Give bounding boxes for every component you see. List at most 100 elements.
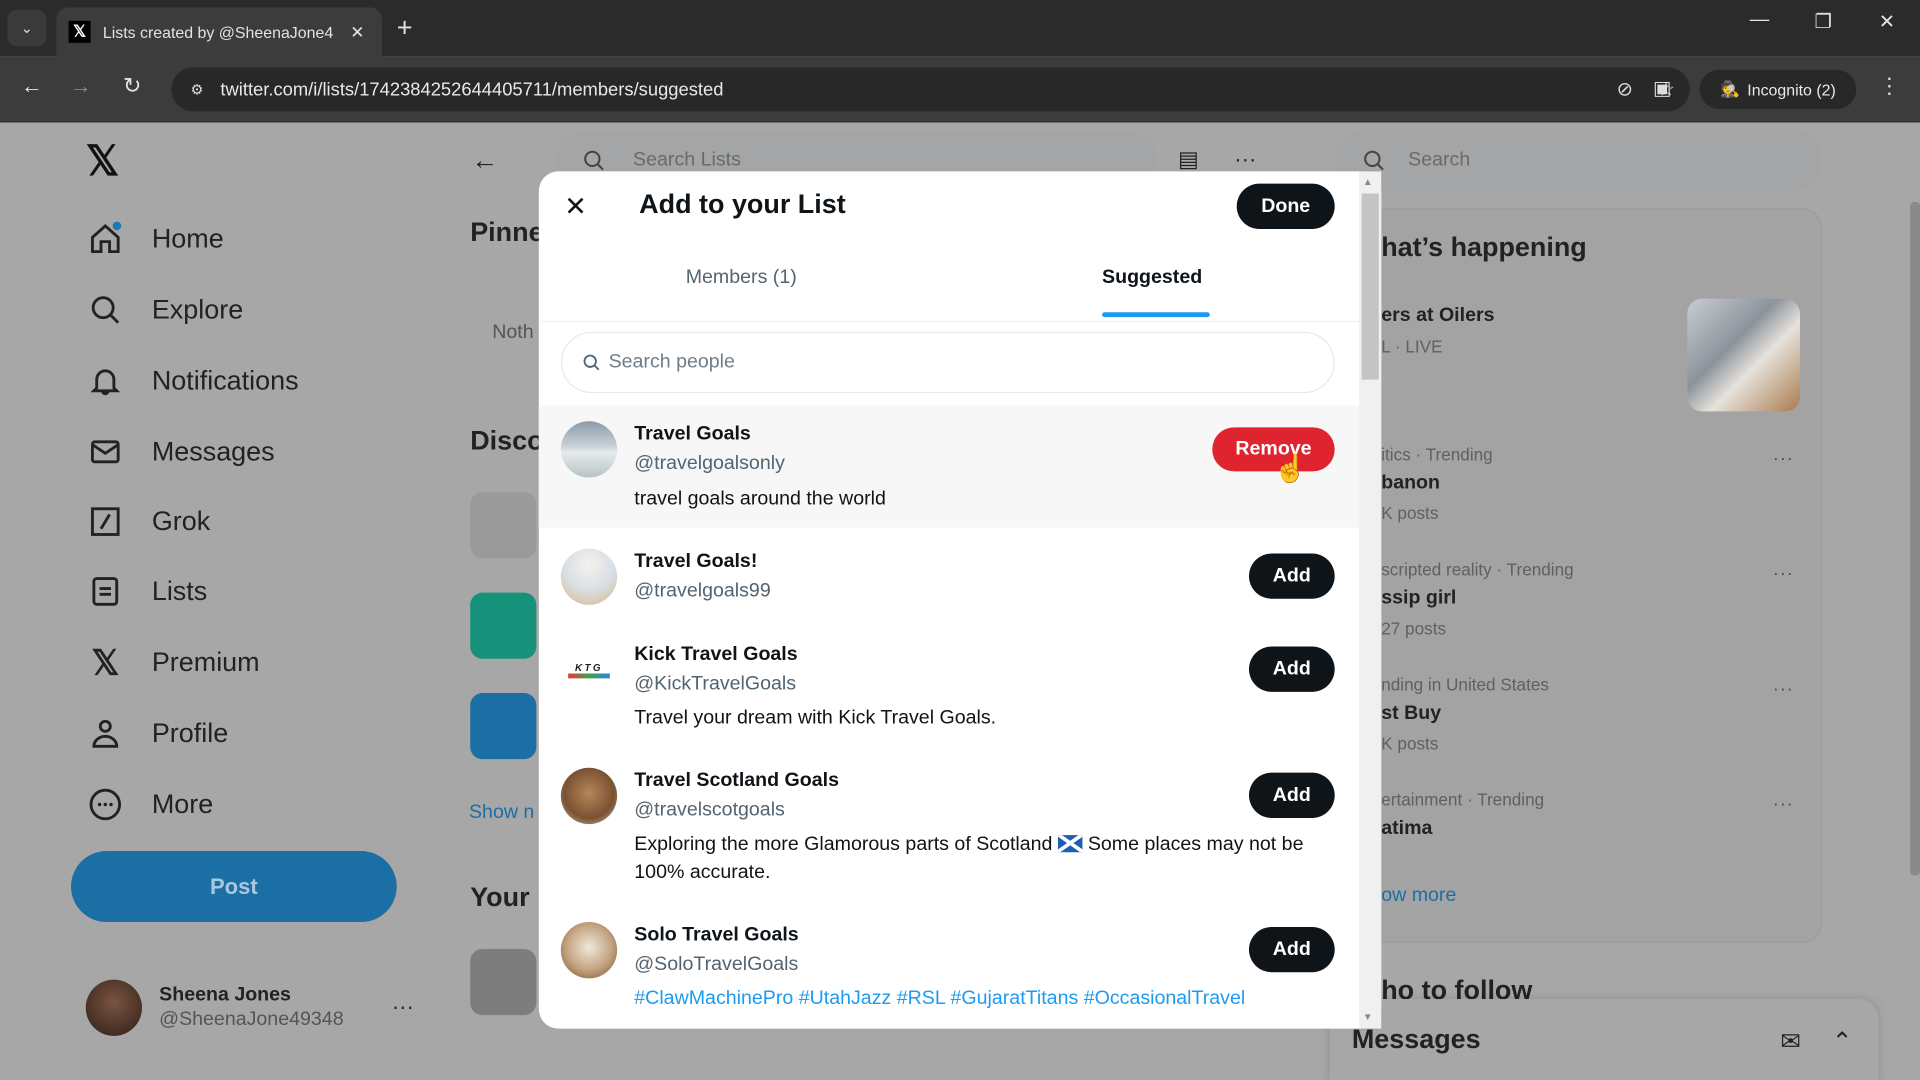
person-handle: @travelgoals99: [634, 580, 771, 602]
modal-scrollbar-thumb[interactable]: [1361, 193, 1379, 380]
hashtag-link[interactable]: #ClawMachinePro: [634, 988, 793, 1009]
hashtag-link[interactable]: #OccasionalTravel: [1084, 988, 1246, 1009]
address-bar[interactable]: ⚙ twitter.com/i/lists/174238425264440571…: [171, 67, 1690, 112]
sidebar-item-explore[interactable]: Explore: [86, 285, 243, 334]
expand-chevron-icon[interactable]: ⌃: [1832, 1026, 1853, 1057]
account-switcher[interactable]: Sheena Jones @SheenaJone49348: [85, 979, 344, 1036]
done-button[interactable]: Done: [1236, 183, 1335, 229]
trend-meta: L · LIVE: [1381, 336, 1443, 357]
back-arrow-icon[interactable]: ←: [471, 144, 498, 176]
create-list-icon[interactable]: ▤: [1178, 147, 1199, 173]
browser-menu-icon[interactable]: ⋮: [1878, 73, 1900, 99]
incognito-badge[interactable]: 🕵 Incognito (2): [1699, 69, 1857, 109]
site-settings-icon[interactable]: ⚙: [179, 81, 216, 98]
restore-button[interactable]: ❐: [1805, 10, 1842, 34]
modal-title: Add to your List: [639, 188, 846, 220]
explore-search-input[interactable]: Search: [1334, 129, 1823, 192]
new-message-icon[interactable]: ✉: [1780, 1026, 1801, 1057]
search-icon: [583, 354, 600, 371]
sidebar-label: Explore: [151, 293, 244, 325]
trend-image[interactable]: [1687, 298, 1801, 412]
page-scrollbar[interactable]: [1910, 202, 1920, 876]
back-icon[interactable]: ←: [17, 73, 46, 99]
sidebar-item-messages[interactable]: Messages: [86, 427, 275, 476]
post-button[interactable]: Post: [71, 851, 397, 923]
person-name[interactable]: Travel Goals!: [634, 551, 757, 573]
more-circle-icon: [86, 785, 125, 824]
minimize-button[interactable]: —: [1741, 10, 1778, 32]
bell-icon: [86, 361, 125, 400]
add-button[interactable]: Add: [1248, 926, 1335, 973]
tab-members[interactable]: Members (1): [686, 267, 797, 289]
search-lists-placeholder: Search Lists: [633, 149, 741, 171]
trend-name[interactable]: st Buy: [1381, 703, 1441, 725]
avatar[interactable]: [560, 421, 618, 478]
close-window-button[interactable]: ✕: [1869, 10, 1906, 34]
mail-icon: [86, 432, 125, 471]
tab-search-dropdown[interactable]: ⌄: [7, 9, 47, 47]
notification-dot: [112, 221, 122, 231]
account-name: Sheena Jones: [159, 984, 291, 1006]
person-icon: [86, 714, 125, 753]
person-name[interactable]: Solo Travel Goals: [634, 924, 798, 946]
trend-name[interactable]: ssip girl: [1381, 588, 1456, 610]
avatar[interactable]: [560, 548, 618, 605]
trend-more-icon[interactable]: ···: [1773, 678, 1794, 698]
person-bio: travel goals around the world: [634, 488, 886, 510]
show-more-link[interactable]: Show n: [469, 802, 534, 824]
tab-suggested[interactable]: Suggested: [1102, 267, 1202, 289]
add-button[interactable]: Add: [1248, 553, 1335, 599]
scotland-flag-icon: [1057, 835, 1083, 853]
avatar[interactable]: KTG: [560, 641, 618, 698]
eye-off-icon[interactable]: ⊘: [1617, 77, 1633, 101]
more-options-icon[interactable]: ···: [1234, 147, 1256, 173]
tab-close-icon[interactable]: ✕: [350, 21, 364, 42]
x-logo-icon[interactable]: 𝕏: [86, 137, 120, 186]
forward-icon[interactable]: →: [66, 73, 95, 99]
person-name[interactable]: Travel Scotland Goals: [634, 770, 839, 792]
sidebar-item-more[interactable]: More: [86, 780, 213, 829]
list-thumbnail[interactable]: [470, 492, 537, 559]
add-button[interactable]: Add: [1248, 772, 1335, 818]
avatar[interactable]: [560, 767, 618, 825]
sidebar-item-notifications[interactable]: Notifications: [86, 356, 299, 405]
scroll-up-arrow-icon[interactable]: ▲: [1363, 176, 1373, 187]
sidebar-label: Home: [151, 222, 224, 254]
person-name[interactable]: Kick Travel Goals: [634, 644, 797, 666]
hashtag-link[interactable]: #UtahJazz: [799, 988, 892, 1009]
trend-name[interactable]: banon: [1381, 473, 1440, 495]
trend-meta: ertainment · Trending: [1381, 789, 1545, 810]
list-thumbnail[interactable]: [470, 592, 537, 659]
trend-more-icon[interactable]: ···: [1773, 793, 1794, 813]
hand-cursor-icon: ☝: [1273, 453, 1308, 484]
discover-lists-heading: Disco: [470, 424, 544, 456]
hashtag-link[interactable]: #RSL: [897, 988, 945, 1009]
sidebar-item-grok[interactable]: Grok: [86, 497, 210, 546]
list-thumbnail[interactable]: [470, 693, 537, 760]
close-modal-icon[interactable]: ✕: [561, 189, 590, 226]
reload-icon[interactable]: ↻: [118, 73, 147, 99]
account-more-icon[interactable]: ···: [392, 994, 414, 1020]
scroll-down-arrow-icon[interactable]: ▼: [1363, 1011, 1373, 1022]
url-text[interactable]: twitter.com/i/lists/1742384252644405711/…: [220, 79, 723, 100]
sidebar-label: Lists: [151, 575, 208, 607]
browser-tab[interactable]: 𝕏 Lists created by @SheenaJone4 ✕: [56, 7, 383, 57]
tab-divider: [538, 320, 1360, 323]
avatar[interactable]: [560, 922, 618, 979]
sidebar-item-lists[interactable]: Lists: [86, 567, 208, 616]
side-panel-icon[interactable]: ▣: [1653, 76, 1672, 100]
trend-name[interactable]: ers at Oilers: [1381, 305, 1494, 327]
new-tab-button[interactable]: +: [397, 12, 413, 44]
trends-show-more-link[interactable]: ow more: [1381, 885, 1456, 907]
trend-more-icon[interactable]: ···: [1773, 448, 1794, 468]
sidebar-item-premium[interactable]: 𝕏 Premium: [86, 638, 260, 687]
hashtag-link[interactable]: #GujaratTitans: [950, 988, 1078, 1009]
search-people-input[interactable]: Search people: [560, 331, 1335, 394]
sidebar-item-profile[interactable]: Profile: [86, 709, 228, 758]
trend-more-icon[interactable]: ···: [1773, 563, 1794, 583]
sidebar-item-home[interactable]: Home: [86, 214, 224, 263]
list-thumbnail[interactable]: [470, 948, 537, 1016]
trend-name[interactable]: atima: [1381, 818, 1432, 840]
add-button[interactable]: Add: [1248, 646, 1335, 692]
person-name[interactable]: Travel Goals: [634, 424, 751, 446]
